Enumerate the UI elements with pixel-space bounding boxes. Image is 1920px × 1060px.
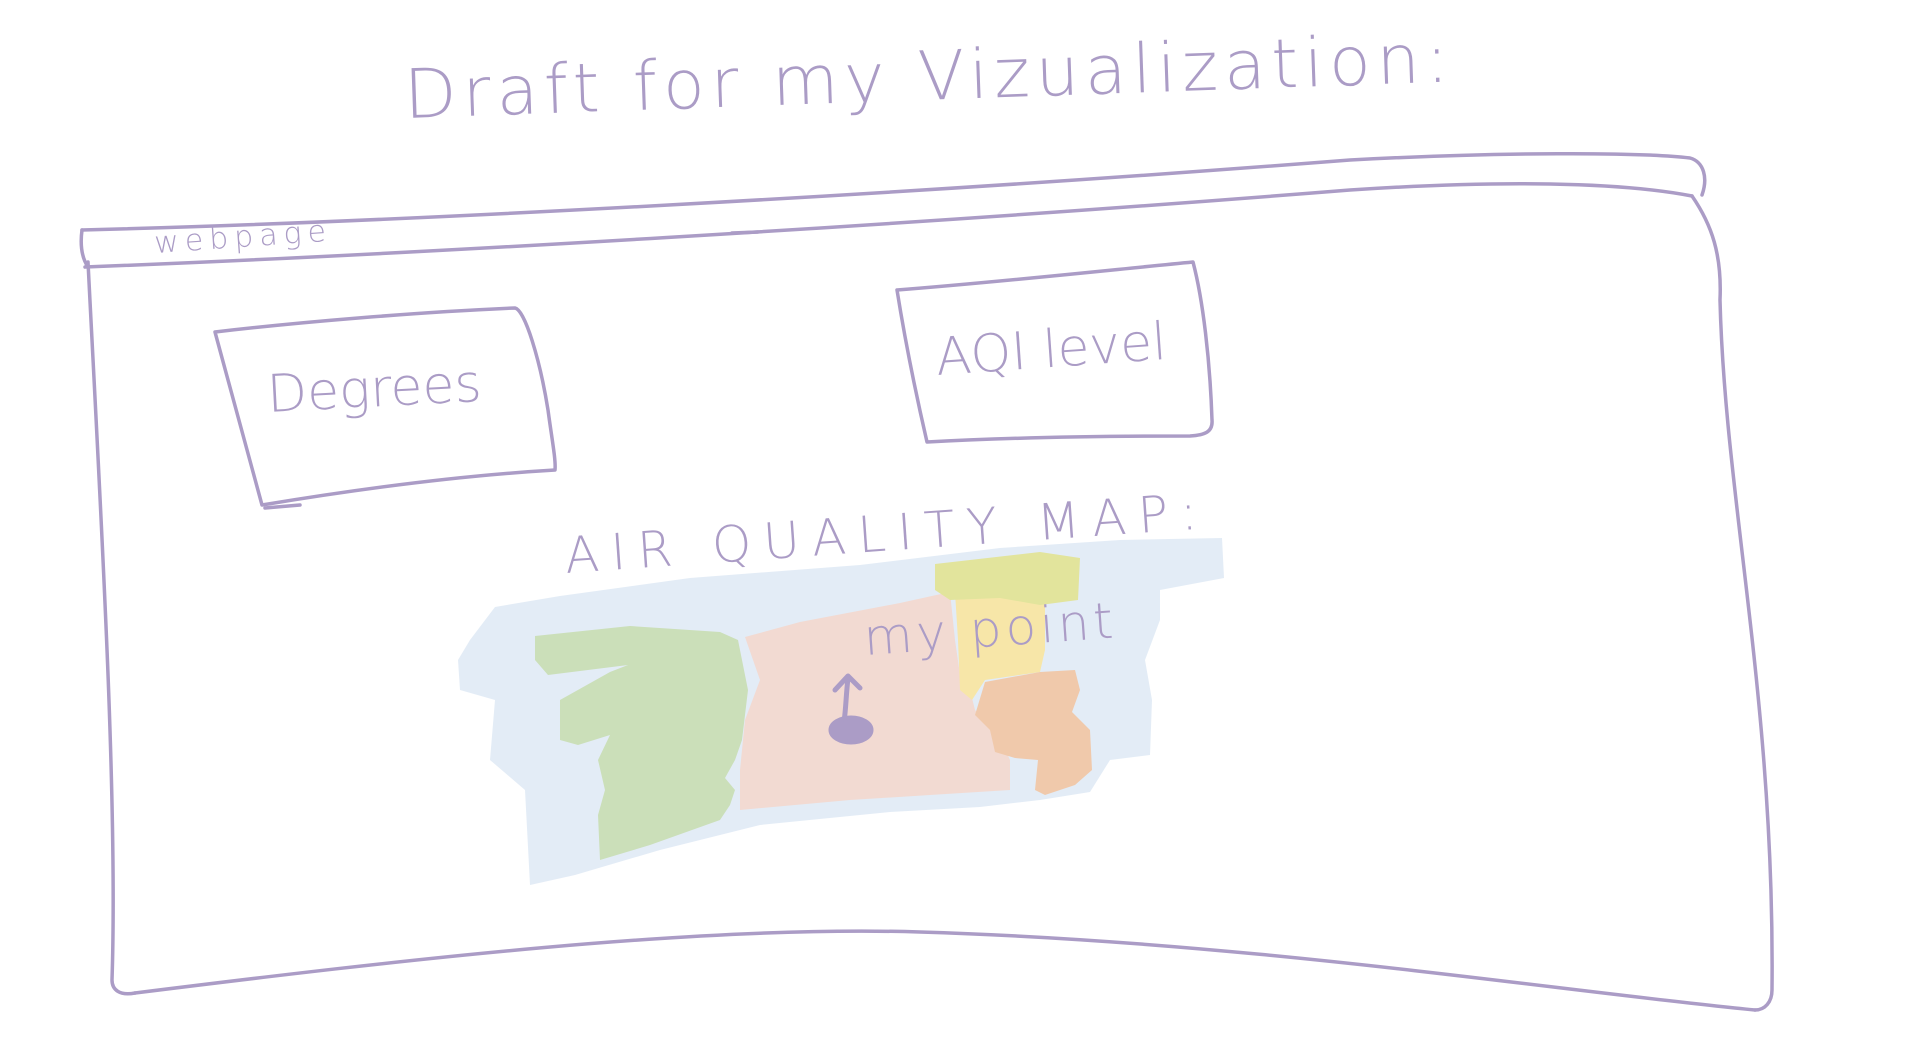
aqi-box-label: AQI level — [934, 312, 1169, 388]
sketch-title: Draft for my Vizualization: — [403, 19, 1456, 135]
air-quality-map — [458, 538, 1224, 885]
window-frame-left — [86, 260, 137, 996]
degrees-box-underline — [263, 503, 302, 510]
sketch-canvas: Draft for my Vizualization: webpage Degr… — [79, 19, 1774, 1012]
degrees-box-label: Degrees — [266, 354, 483, 425]
window-frame-right — [1690, 194, 1774, 1012]
map-point-dot — [828, 715, 874, 745]
window-frame-bottom — [133, 929, 1757, 1012]
window-bar-tick — [730, 230, 760, 235]
window-tab-label: webpage — [153, 214, 333, 261]
